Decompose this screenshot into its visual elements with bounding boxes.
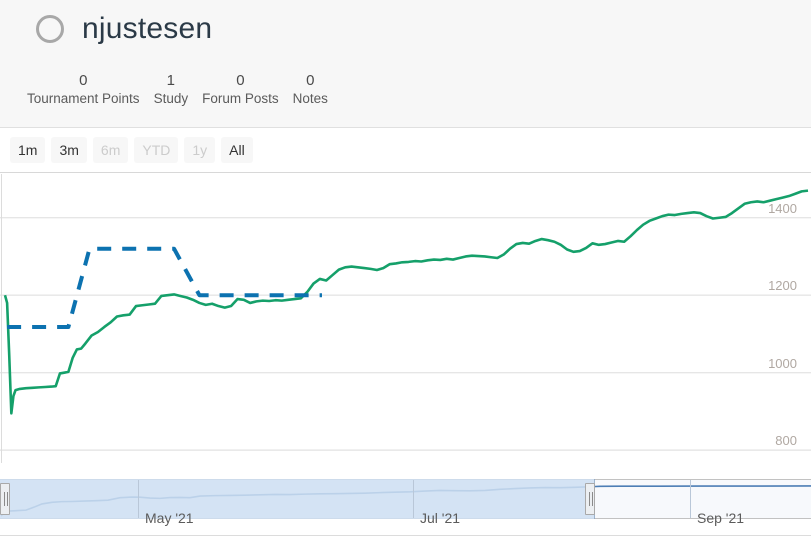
x-axis-label-sep: Sep '21: [697, 510, 745, 526]
series-rating: [3, 189, 809, 415]
profile-stat-label: Study: [153, 91, 189, 106]
profile-stat-label: Notes: [292, 91, 328, 106]
navigator-tick-sep: [690, 480, 691, 518]
username: njustesen: [82, 12, 213, 45]
navigator-bottom-divider: [0, 535, 811, 536]
y-axis-label-800: 800: [775, 433, 797, 449]
navigator-tick-may: [138, 480, 139, 518]
range-button-all[interactable]: All: [221, 137, 253, 163]
chart-navigator[interactable]: [0, 463, 811, 537]
series-rating-deviation-bound: [7, 246, 322, 329]
profile-stat-label: Tournament Points: [27, 91, 140, 106]
rating-chart-svg: [0, 174, 811, 463]
range-button-3m[interactable]: 3m: [51, 137, 87, 163]
y-axis-label-1400: 1400: [768, 200, 797, 216]
x-axis-label-jul: Jul '21: [420, 510, 461, 526]
profile-stat-value: 0: [236, 72, 245, 89]
navigator-tick-jul: [413, 480, 414, 518]
profile-stat: 1 Study: [147, 72, 196, 108]
profile-stat-label: Forum Posts: [202, 91, 279, 106]
user-identity: njustesen: [36, 8, 212, 50]
profile-stat: 0 Tournament Points: [20, 72, 147, 108]
profile-stat-value: 0: [306, 72, 315, 89]
range-button-1m[interactable]: 1m: [10, 137, 46, 163]
profile-stat-value: 0: [79, 72, 88, 89]
profile-stats: 0 Tournament Points 1 Study 0 Forum Posts 0 Not…: [20, 72, 335, 108]
circle-avatar-icon: [36, 15, 64, 43]
navigator-selection[interactable]: [0, 479, 595, 519]
navigator-handle-left[interactable]: [0, 483, 10, 515]
range-button-ytd: YTD: [134, 137, 179, 163]
rating-chart[interactable]: 1400 1200 1000 800: [0, 174, 811, 463]
profile-stat: 0 Forum Posts: [195, 72, 286, 108]
range-button-1y: 1y: [184, 137, 216, 163]
profile-stat-value: 1: [166, 72, 175, 89]
y-axis-label-1000: 1000: [768, 355, 797, 371]
range-selector-bar: 1m 3m 6m YTD 1y All: [0, 129, 811, 173]
range-button-6m: 6m: [92, 137, 129, 163]
y-axis-label-1200: 1200: [768, 278, 797, 294]
range-buttons-group: 1m 3m 6m YTD 1y All: [10, 137, 253, 163]
profile-header: njustesen 0 Tournament Points 1 Study 0 Forum…: [0, 0, 811, 128]
profile-stat: 0 Notes: [286, 72, 335, 108]
navigator-handle-right[interactable]: [585, 483, 595, 515]
x-axis-label-may: May '21: [145, 510, 194, 526]
